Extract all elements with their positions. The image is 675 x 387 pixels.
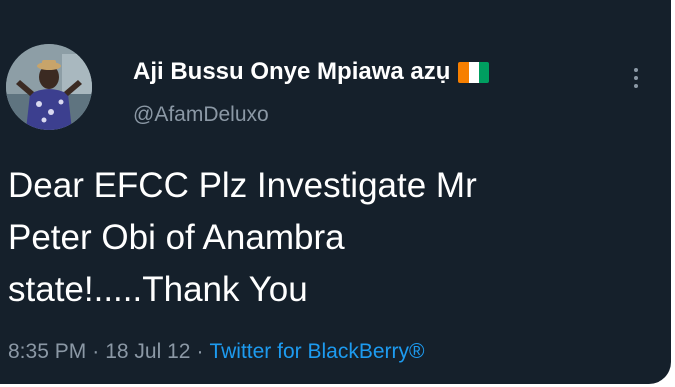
flag-icon xyxy=(458,61,490,83)
tweet-time[interactable]: 8:35 PM xyxy=(8,340,86,363)
more-vertical-icon xyxy=(634,68,638,72)
tweet-source-link[interactable]: Twitter for BlackBerry® xyxy=(209,340,424,363)
user-handle[interactable]: @AfamDeluxo xyxy=(133,103,269,127)
more-options-button[interactable] xyxy=(626,58,646,98)
display-name[interactable]: Aji Bussu Onye Mpiawa azụ xyxy=(133,58,450,86)
meta-separator: · xyxy=(92,340,100,363)
tweet-text: Dear EFCC Plz Investigate Mr Peter Obi o… xyxy=(8,160,648,316)
meta-separator: · xyxy=(196,340,204,363)
tweet-text-line: Dear EFCC Plz Investigate Mr xyxy=(8,166,477,205)
tweet-text-line: state!.....Thank You xyxy=(8,270,308,309)
more-vertical-icon-dot xyxy=(634,76,638,80)
avatar-image xyxy=(6,44,92,130)
tweet-date[interactable]: 18 Jul 12 xyxy=(105,340,190,363)
more-vertical-icon-dot xyxy=(634,84,638,88)
avatar[interactable] xyxy=(6,44,92,130)
flag-stripe-white xyxy=(468,61,480,83)
name-row: Aji Bussu Onye Mpiawa azụ xyxy=(133,57,490,87)
tweet-meta: 8:35 PM · 18 Jul 12 · Twitter for BlackBerry… xyxy=(8,340,424,364)
tweet-card: Aji Bussu Onye Mpiawa azụ @AfamDeluxo De… xyxy=(0,0,671,384)
flag-stripe-orange xyxy=(458,61,469,83)
tweet-text-line: Peter Obi of Anambra xyxy=(8,218,345,257)
flag-stripe-green xyxy=(479,61,490,83)
